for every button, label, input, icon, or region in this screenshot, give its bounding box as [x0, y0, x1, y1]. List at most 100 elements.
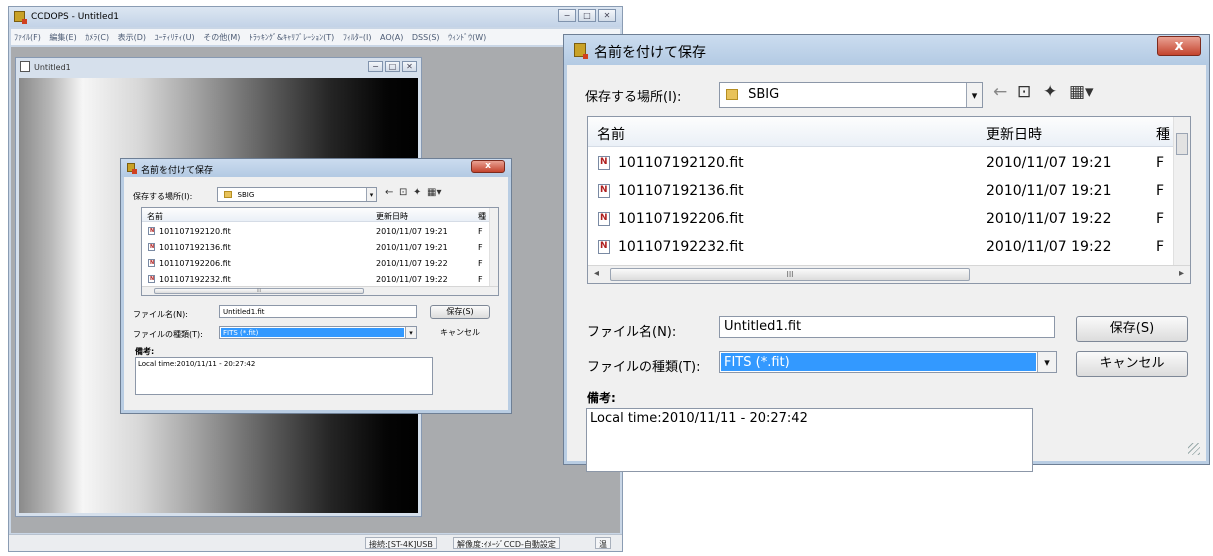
fits-file-icon	[148, 259, 155, 267]
menu-misc[interactable]: その他(M)	[203, 32, 240, 43]
menu-window[interactable]: ｳｨﾝﾄﾞｳ(W)	[448, 32, 486, 43]
dialog-title: 名前を付けて保存	[594, 45, 706, 61]
horizontal-scrollbar[interactable]: ◂ III ▸	[588, 265, 1190, 283]
status-resolution: 解像度:ｲﾒｰｼﾞCCD-自動設定	[453, 537, 560, 549]
menu-dss[interactable]: DSS(S)	[412, 33, 440, 42]
file-date: 2010/11/07 19:21	[986, 183, 1112, 199]
column-type[interactable]: 種	[478, 211, 486, 222]
list-item[interactable]: 101107192120.fit 2010/11/07 19:21 F	[588, 151, 1190, 177]
menu-edit[interactable]: 編集(E)	[49, 32, 76, 43]
save-button[interactable]: 保存(S)	[1076, 316, 1188, 342]
cancel-button[interactable]: キャンセル	[1076, 351, 1188, 377]
location-value: SBIG	[748, 87, 780, 102]
file-date: 2010/11/07 19:22	[986, 211, 1112, 227]
status-extra: 温	[595, 537, 611, 549]
new-folder-icon[interactable]: ✦	[413, 187, 421, 198]
vertical-scrollbar[interactable]	[1173, 117, 1190, 265]
menu-filter[interactable]: ﾌｨﾙﾀｰ(I)	[343, 32, 372, 43]
filename-input[interactable]: Untitled1.fit	[219, 305, 417, 318]
fits-file-icon	[598, 156, 610, 170]
child-close-button[interactable]: ✕	[402, 61, 417, 72]
list-header: 名前 更新日時 種	[142, 208, 498, 222]
list-item[interactable]: 101107192120.fit 2010/11/07 19:21 F	[142, 225, 498, 239]
column-type[interactable]: 種	[1156, 124, 1170, 144]
column-date[interactable]: 更新日時	[376, 211, 408, 222]
file-name: 101107192136.fit	[618, 183, 744, 199]
document-icon	[20, 61, 30, 72]
filetype-select[interactable]: FITS (*.fit) ▾	[219, 326, 417, 339]
memo-textarea[interactable]: Local time:2010/11/11 - 20:27:42	[586, 408, 1033, 472]
cancel-button[interactable]: キャンセル	[430, 326, 490, 340]
menu-utility[interactable]: ﾕｰﾃｨﾘﾃｨ(U)	[155, 32, 195, 43]
close-window-button[interactable]: ✕	[598, 9, 616, 22]
file-name: 101107192136.fit	[159, 243, 231, 252]
file-type: F	[478, 227, 483, 236]
filename-input[interactable]: Untitled1.fit	[719, 316, 1055, 338]
resize-grip[interactable]	[1188, 443, 1200, 455]
file-type: F	[1156, 211, 1165, 227]
view-menu-icon[interactable]: ▦▾	[427, 187, 441, 198]
list-item[interactable]: 101107192206.fit 2010/11/07 19:22 F	[588, 207, 1190, 233]
file-list[interactable]: 名前 更新日時 種 101107192120.fit 2010/11/07 19…	[587, 116, 1191, 284]
vertical-scroll-thumb[interactable]	[1176, 133, 1188, 155]
file-name: 101107192232.fit	[159, 275, 231, 284]
menu-tracking[interactable]: ﾄﾗｯｷﾝｸﾞ&ｷｬﾘﾌﾞﾚｰｼｮﾝ(T)	[249, 32, 334, 43]
file-date: 2010/11/07 19:22	[376, 275, 448, 284]
scroll-thumb[interactable]: III	[154, 288, 364, 294]
up-folder-icon[interactable]: ⊡	[399, 187, 407, 198]
horizontal-scrollbar[interactable]: III	[142, 286, 498, 295]
menu-display[interactable]: 表示(D)	[118, 32, 146, 43]
list-item[interactable]: 101107192136.fit 2010/11/07 19:21 F	[142, 241, 498, 255]
maximize-button[interactable]: □	[578, 9, 596, 22]
file-date: 2010/11/07 19:21	[986, 155, 1112, 171]
status-bar: 接続:[ST-4K]USB 解像度:ｲﾒｰｼﾞCCD-自動設定 温	[9, 534, 622, 551]
file-list[interactable]: 名前 更新日時 種 101107192120.fit 2010/11/07 19…	[141, 207, 499, 296]
chevron-down-icon[interactable]: ▾	[1037, 352, 1056, 372]
location-combo[interactable]: SBIG ▾	[217, 187, 377, 202]
list-item[interactable]: 101107192232.fit 2010/11/07 19:22 F	[588, 235, 1190, 261]
child-title-bar: Untitled1 − □ ✕	[16, 58, 421, 76]
chevron-down-icon[interactable]: ▾	[366, 188, 376, 201]
menu-file[interactable]: ﾌｧｲﾙ(F)	[14, 32, 41, 43]
save-button[interactable]: 保存(S)	[430, 305, 490, 319]
scroll-thumb[interactable]: III	[610, 268, 970, 281]
menu-ao[interactable]: AO(A)	[380, 33, 403, 42]
status-connection: 接続:[ST-4K]USB	[365, 537, 437, 549]
view-menu-icon[interactable]: ▦▾	[1069, 82, 1094, 102]
up-folder-icon[interactable]: ⊡	[1017, 82, 1031, 102]
location-combo[interactable]: SBIG ▾	[719, 82, 983, 108]
new-folder-icon[interactable]: ✦	[1043, 82, 1057, 102]
child-minimize-button[interactable]: −	[368, 61, 383, 72]
chevron-down-icon[interactable]: ▾	[966, 83, 982, 107]
fits-file-icon	[148, 275, 155, 283]
close-icon[interactable]: x	[471, 160, 505, 173]
menu-camera[interactable]: ｶﾒﾗ(C)	[85, 32, 109, 43]
app-icon	[14, 11, 27, 24]
child-maximize-button[interactable]: □	[385, 61, 400, 72]
list-item[interactable]: 101107192232.fit 2010/11/07 19:22 F	[142, 273, 498, 287]
file-name: 101107192232.fit	[618, 239, 744, 255]
dialog-icon	[127, 163, 137, 174]
close-icon[interactable]: x	[1157, 36, 1201, 56]
list-item[interactable]: 101107192206.fit 2010/11/07 19:22 F	[142, 257, 498, 271]
back-arrow-icon[interactable]: ←	[993, 82, 1007, 102]
file-date: 2010/11/07 19:22	[986, 239, 1112, 255]
fits-file-icon	[148, 243, 155, 251]
minimize-button[interactable]: −	[558, 9, 576, 22]
column-name[interactable]: 名前	[597, 124, 625, 144]
scroll-left-icon[interactable]: ◂	[594, 268, 599, 279]
filename-label: ファイル名(N):	[133, 310, 188, 319]
filetype-label: ファイルの種類(T):	[133, 330, 203, 339]
list-item[interactable]: 101107192136.fit 2010/11/07 19:21 F	[588, 179, 1190, 205]
back-arrow-icon[interactable]: ←	[385, 187, 393, 198]
memo-textarea[interactable]: Local time:2010/11/11 - 20:27:42	[135, 357, 433, 395]
file-type: F	[478, 243, 483, 252]
memo-label: 備考:	[135, 347, 155, 356]
scroll-right-icon[interactable]: ▸	[1179, 268, 1184, 279]
column-date[interactable]: 更新日時	[986, 124, 1042, 144]
chevron-down-icon[interactable]: ▾	[405, 327, 416, 338]
vertical-scrollbar[interactable]	[489, 208, 498, 288]
filetype-select[interactable]: FITS (*.fit) ▾	[719, 351, 1057, 373]
filetype-value: FITS (*.fit)	[221, 328, 404, 337]
column-name[interactable]: 名前	[147, 211, 163, 222]
